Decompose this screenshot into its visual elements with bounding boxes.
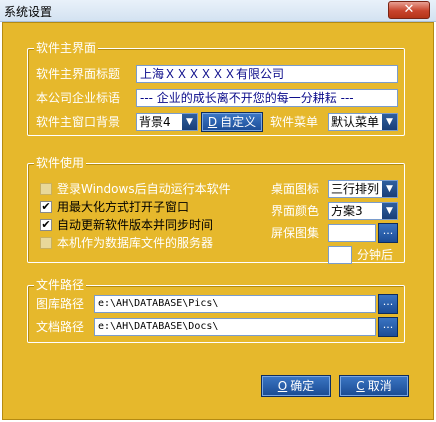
custom-button-label: 自定义 [220, 115, 257, 129]
screensaver-input[interactable] [328, 224, 376, 242]
custom-background-button[interactable]: D 自定义 [201, 112, 263, 132]
minutes-suffix: 分钟后 [357, 248, 394, 262]
screensaver-browse-button[interactable]: ... [378, 223, 398, 243]
auto-update-checkbox[interactable]: ✔ [40, 219, 52, 231]
ellipsis-icon: ... [382, 224, 394, 237]
autorun-checkbox[interactable] [40, 183, 52, 195]
pics-path-label: 图库路径 [36, 297, 85, 311]
auto-update-label: 自动更新软件版本并同步时间 [57, 218, 214, 232]
docs-path-label: 文档路径 [36, 320, 85, 334]
desktop-icon-select-value: 三行排列 [331, 182, 380, 196]
maximize-checkbox[interactable]: ✔ [40, 201, 52, 213]
autorun-checkbox-row[interactable]: 登录Windows后自动运行本软件 [40, 181, 250, 197]
slogan-label: 本公司企业标语 [36, 91, 121, 105]
auto-update-checkbox-row[interactable]: ✔ 自动更新软件版本并同步时间 [40, 217, 250, 233]
db-server-label: 本机作为数据库文件的服务器 [57, 236, 214, 250]
ellipsis-icon: ... [382, 318, 394, 331]
docs-browse-button[interactable]: ... [378, 317, 398, 337]
cancel-button[interactable]: C 取消 [339, 375, 409, 397]
autorun-label: 登录Windows后自动运行本软件 [57, 182, 231, 196]
close-button[interactable]: ✕ [388, 1, 430, 19]
custom-key: D [207, 115, 218, 129]
caption-label: 软件主界面标题 [36, 67, 121, 81]
menu-select-value: 默认菜单 [331, 115, 380, 129]
chevron-down-icon: ▼ [182, 114, 197, 130]
ellipsis-icon: ... [382, 295, 394, 308]
ok-key: O [277, 379, 288, 393]
ui-color-select[interactable]: 方案3 ▼ [328, 202, 398, 220]
slogan-input[interactable]: --- 企业的成长离不开您的每一分耕耘 --- [136, 89, 398, 107]
main-ui-group: 软件主界面 软件主界面标题 上海ＸＸＸＸＸＸ有限公司 本公司企业标语 --- 企… [27, 41, 405, 136]
main-ui-group-title: 软件主界面 [34, 41, 99, 55]
desktop-icon-label: 桌面图标 [271, 182, 320, 196]
background-select[interactable]: 背景4 ▼ [136, 113, 198, 131]
ui-color-select-value: 方案3 [331, 204, 363, 218]
chevron-down-icon: ▼ [382, 181, 397, 197]
dialog-body: 软件主界面 软件主界面标题 上海ＸＸＸＸＸＸ有限公司 本公司企业标语 --- 企… [2, 22, 434, 420]
maximize-label: 用最大化方式打开子窗口 [57, 200, 190, 214]
pics-browse-button[interactable]: ... [378, 294, 398, 314]
caption-input[interactable]: 上海ＸＸＸＸＸＸ有限公司 [136, 65, 398, 83]
cancel-key: C [356, 379, 365, 393]
usage-group-title: 软件使用 [34, 156, 87, 170]
chevron-down-icon: ▼ [382, 114, 397, 130]
title-bar: 系统设置 ✕ [0, 0, 436, 22]
menu-label: 软件菜单 [270, 115, 319, 129]
pics-path-input[interactable]: e:\AH\DATABASE\Pics\ [94, 295, 376, 313]
docs-path-input[interactable]: e:\AH\DATABASE\Docs\ [94, 318, 376, 336]
db-server-checkbox-row[interactable]: 本机作为数据库文件的服务器 [40, 235, 250, 251]
close-icon: ✕ [403, 2, 415, 17]
window-title: 系统设置 [4, 5, 53, 19]
background-select-value: 背景4 [139, 115, 171, 129]
usage-group: 软件使用 登录Windows后自动运行本软件 ✔ 用最大化方式打开子窗口 ✔ 自… [27, 156, 405, 264]
path-group: 文件路径 图库路径 e:\AH\DATABASE\Pics\ ... 文档路径 … [27, 278, 405, 343]
desktop-icon-select[interactable]: 三行排列 ▼ [328, 180, 398, 198]
chevron-down-icon: ▼ [382, 203, 397, 219]
cancel-button-label: 取消 [367, 379, 392, 393]
screensaver-label: 屏保图集 [271, 226, 320, 240]
minutes-input[interactable] [328, 246, 352, 264]
ui-color-label: 界面颜色 [271, 204, 320, 218]
db-server-checkbox[interactable] [40, 237, 52, 249]
ok-button[interactable]: O 确定 [261, 375, 331, 397]
maximize-checkbox-row[interactable]: ✔ 用最大化方式打开子窗口 [40, 199, 250, 215]
ok-button-label: 确定 [290, 379, 315, 393]
path-group-title: 文件路径 [34, 278, 87, 292]
menu-select[interactable]: 默认菜单 ▼ [328, 113, 398, 131]
background-label: 软件主窗口背景 [36, 115, 121, 129]
